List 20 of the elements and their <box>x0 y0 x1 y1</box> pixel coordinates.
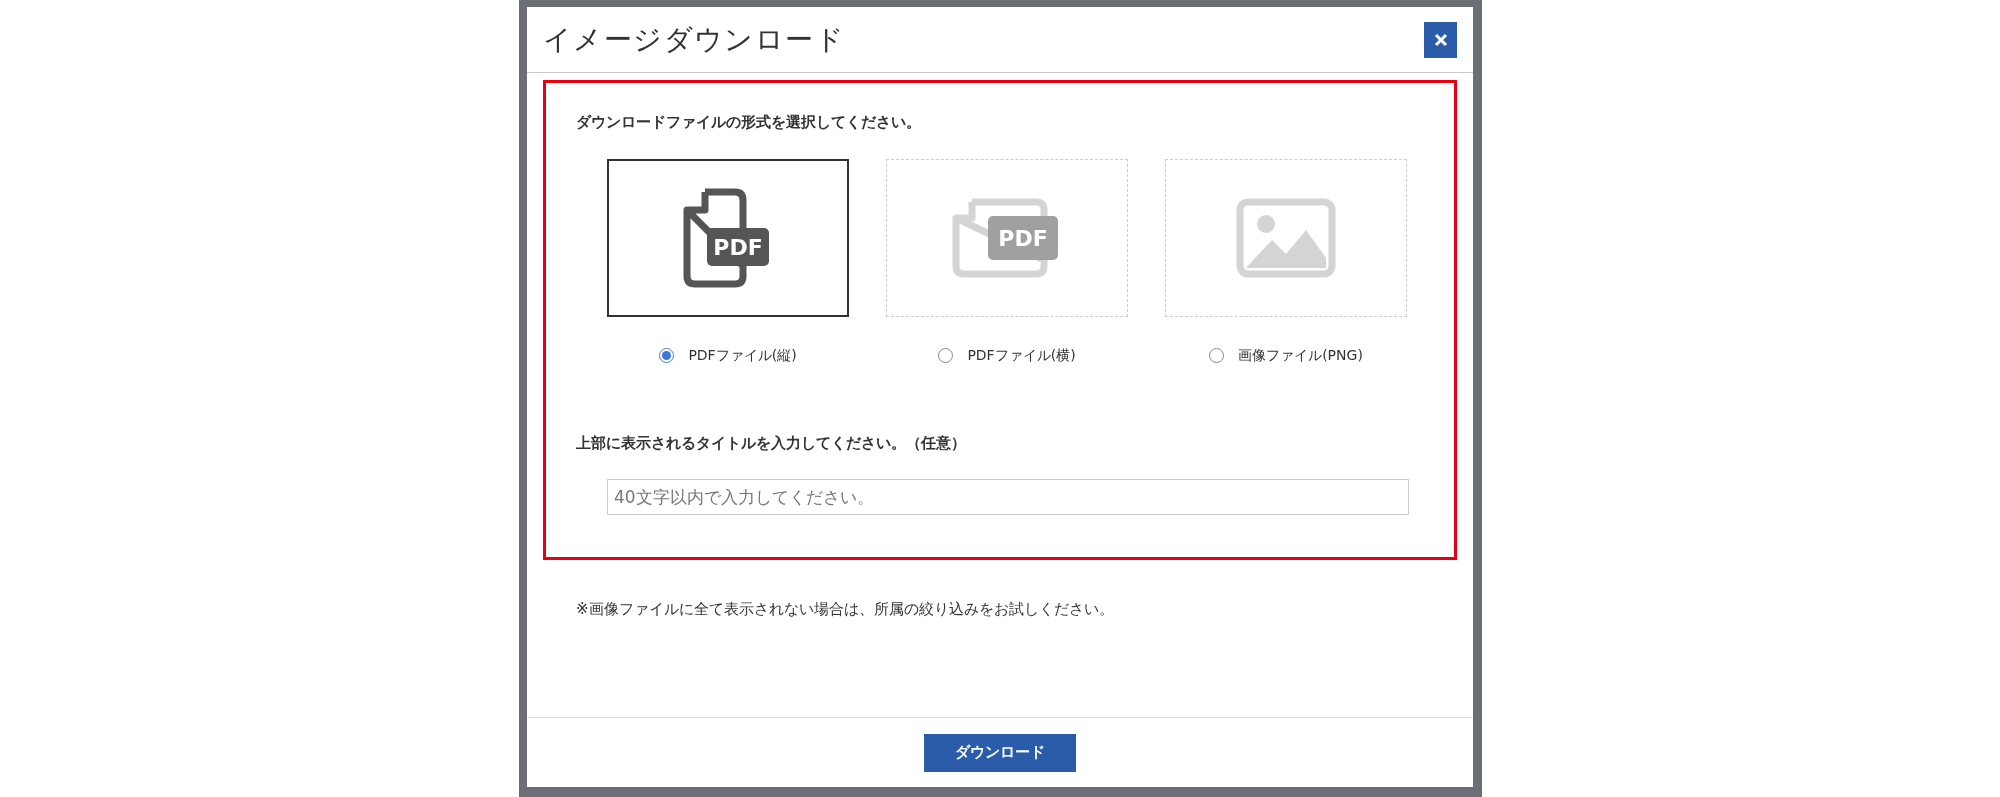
radio-button[interactable] <box>1209 347 1225 363</box>
radio-button[interactable] <box>938 347 954 363</box>
format-radio-option[interactable]: PDFファイル(縦) <box>659 344 797 366</box>
format-card[interactable] <box>1165 158 1407 317</box>
dialog-title: イメージダウンロード <box>543 21 845 58</box>
radio-label: PDFファイル(縦) <box>688 345 797 365</box>
format-radio-option[interactable]: 画像ファイル(PNG) <box>1209 344 1363 366</box>
download-button[interactable]: ダウンロード <box>924 733 1076 772</box>
close-icon <box>1433 32 1448 47</box>
title-input-field[interactable]: 40文字以内で入力してください。 <box>607 479 1409 515</box>
format-radio-option[interactable]: PDFファイル(横) <box>938 344 1076 366</box>
radio-label: 画像ファイル(PNG) <box>1238 345 1363 365</box>
section-heading: ダウンロードファイルの形式を選択してください。 <box>576 112 922 133</box>
radio-button[interactable] <box>659 347 675 363</box>
image-icon <box>1236 197 1336 278</box>
close-button[interactable] <box>1424 21 1457 58</box>
radio-label: PDFファイル(横) <box>967 345 1076 365</box>
note-text: ※画像ファイルに全て表示されない場合は、所属の絞り込みをお試しください。 <box>576 599 1115 620</box>
format-card[interactable]: PDF <box>607 158 849 317</box>
section-heading: 上部に表示されるタイトルを入力してください。（任意） <box>576 432 967 454</box>
